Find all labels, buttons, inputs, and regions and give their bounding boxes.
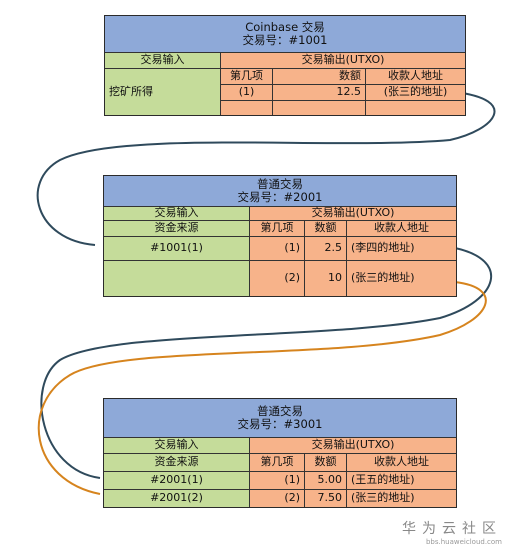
- empty-input-cell: [104, 260, 249, 296]
- output-address: (张三的地址): [365, 84, 465, 100]
- input-reference: #1001(1): [104, 236, 249, 260]
- watermark: 华为云社区 bbs.huaweicloud.com: [402, 518, 502, 546]
- output-address: (张三的地址): [346, 489, 456, 507]
- col-amount-header: 数额: [272, 68, 365, 84]
- transaction-1001: Coinbase 交易 交易号：#1001 交易输入 交易输出(UTXO) 挖矿…: [104, 15, 466, 116]
- tx-id: 交易号：#3001: [237, 417, 323, 431]
- output-amount: 2.5: [304, 236, 346, 260]
- input-source: 挖矿所得: [105, 68, 220, 115]
- source-header: 资金来源: [104, 220, 249, 236]
- tx-header: Coinbase 交易 交易号：#1001: [105, 16, 465, 52]
- output-index: (2): [249, 260, 304, 296]
- input-reference: #2001(1): [104, 471, 249, 489]
- output-amount: 10: [304, 260, 346, 296]
- tx-header: 普通交易 交易号：#3001: [104, 399, 456, 437]
- col-addr-header: 收款人地址: [346, 220, 456, 236]
- output-index: (2): [249, 489, 304, 507]
- output-amount: 12.5: [272, 84, 365, 100]
- watermark-url: bbs.huaweicloud.com: [425, 538, 502, 546]
- output-index: (1): [249, 471, 304, 489]
- empty-output-cell: [365, 100, 465, 115]
- col-index-header: 第几项: [249, 220, 304, 236]
- col-amount-header: 数额: [304, 220, 346, 236]
- transaction-3001: 普通交易 交易号：#3001 交易输入 交易输出(UTXO) 资金来源 第几项 …: [103, 398, 457, 508]
- transaction-2001: 普通交易 交易号：#2001 交易输入 交易输出(UTXO) 资金来源 第几项 …: [103, 175, 457, 297]
- watermark-brand: 华为云社区: [402, 521, 502, 537]
- source-header: 资金来源: [104, 453, 249, 471]
- empty-output-cell: [272, 100, 365, 115]
- output-index: (1): [249, 236, 304, 260]
- col-index-header: 第几项: [220, 68, 272, 84]
- output-header: 交易输出(UTXO): [249, 206, 456, 220]
- col-amount-header: 数额: [304, 453, 346, 471]
- input-header: 交易输入: [105, 52, 220, 68]
- input-reference: #2001(2): [104, 489, 249, 507]
- output-header: 交易输出(UTXO): [249, 437, 456, 453]
- output-address: (王五的地址): [346, 471, 456, 489]
- col-addr-header: 收款人地址: [346, 453, 456, 471]
- output-address: (张三的地址): [346, 260, 456, 296]
- col-index-header: 第几项: [249, 453, 304, 471]
- input-header: 交易输入: [104, 206, 249, 220]
- output-address: (李四的地址): [346, 236, 456, 260]
- col-addr-header: 收款人地址: [365, 68, 465, 84]
- output-amount: 7.50: [304, 489, 346, 507]
- input-header: 交易输入: [104, 437, 249, 453]
- tx-id: 交易号：#2001: [237, 190, 323, 204]
- output-header: 交易输出(UTXO): [220, 52, 465, 68]
- tx-header: 普通交易 交易号：#2001: [104, 176, 456, 206]
- output-amount: 5.00: [304, 471, 346, 489]
- output-index: (1): [220, 84, 272, 100]
- tx-id: 交易号：#1001: [242, 33, 328, 47]
- empty-output-cell: [220, 100, 272, 115]
